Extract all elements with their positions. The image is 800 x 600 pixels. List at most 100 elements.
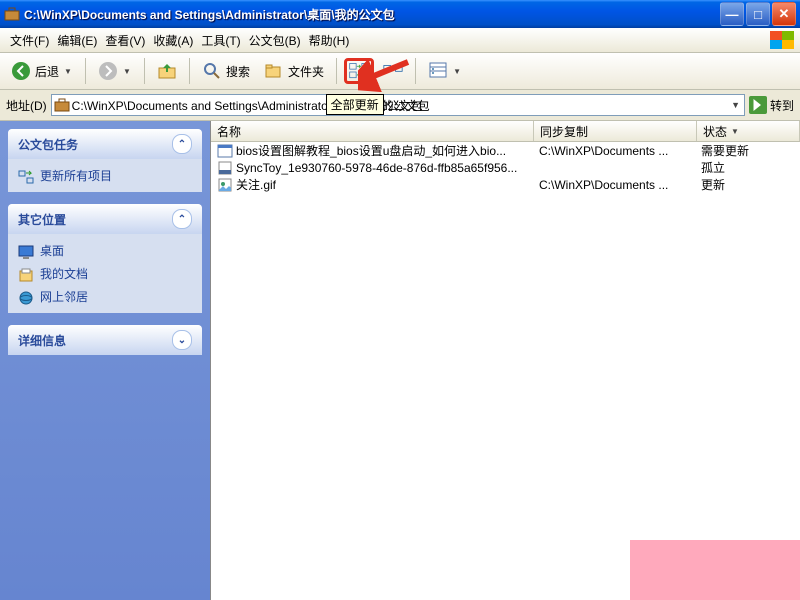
go-arrow-icon [749,96,767,114]
gif-file-icon [217,178,233,192]
my-documents-link[interactable]: 我的文档 [18,265,192,282]
menu-view[interactable]: 查看(V) [101,29,149,52]
menu-help[interactable]: 帮助(H) [305,29,354,52]
network-icon [18,290,34,304]
dropdown-icon: ▼ [452,66,462,76]
update-all-items-link[interactable]: 更新所有项目 [18,167,192,184]
file-row[interactable]: SyncToy_1e930760-5978-46de-876d-ffb85a65… [211,159,800,176]
menu-edit[interactable]: 编辑(E) [53,29,101,52]
up-button[interactable] [152,58,182,84]
details-panel: 详细信息 ⌄ [8,325,202,355]
menu-favorites[interactable]: 收藏(A) [149,29,197,52]
menu-briefcase[interactable]: 公文包(B) [245,29,305,52]
panel-title: 详细信息 [18,332,66,349]
search-icon [202,61,222,81]
dropdown-icon: ▼ [63,66,73,76]
menu-tools[interactable]: 工具(T) [197,29,244,52]
file-sync: C:\WinXP\Documents ... [533,144,695,158]
go-button[interactable]: 转到 [749,96,794,114]
address-overflow-text: 的公文包 [382,97,430,114]
html-file-icon [217,144,233,158]
file-list-area: 名称 同步复制 状态 bios设置图解教程_bios设置u盘启动_如何进入bio… [210,121,800,600]
address-bar: 地址(D) C:\WinXP\Documents and Settings\Ad… [0,90,800,121]
desktop-link[interactable]: 桌面 [18,242,192,259]
forward-button[interactable]: ▼ [93,58,137,84]
sync-one-icon [383,61,403,81]
column-name[interactable]: 名称 [211,121,534,141]
content-area: 公文包任务 ⌃ 更新所有项目 其它位置 ⌃ [0,121,800,600]
views-icon [428,61,448,81]
collapse-icon[interactable]: ⌃ [172,209,192,229]
menubar: 文件(F) 编辑(E) 查看(V) 收藏(A) 工具(T) 公文包(B) 帮助(… [0,28,800,53]
address-label: 地址(D) [6,97,47,114]
file-list[interactable]: bios设置图解教程_bios设置u盘启动_如何进入bio... C:\WinX… [211,142,800,600]
forward-arrow-icon [98,61,118,81]
windows-flag-icon [770,31,794,49]
update-selection-button[interactable] [378,58,408,84]
file-name: bios设置图解教程_bios设置u盘启动_如何进入bio... [236,142,506,159]
watermark [630,540,800,600]
titlebar[interactable]: C:\WinXP\Documents and Settings\Administ… [0,0,800,28]
file-name: SyncToy_1e930760-5978-46de-876d-ffb85a65… [236,161,517,175]
window-buttons: — □ ✕ [720,2,796,26]
separator [85,58,86,84]
address-input[interactable]: C:\WinXP\Documents and Settings\Administ… [51,94,745,116]
back-label: 后退 [35,63,59,80]
separator [336,58,337,84]
search-button[interactable]: 搜索 [197,58,255,84]
briefcase-icon [4,6,20,22]
column-headers: 名称 同步复制 状态 [211,121,800,142]
sidebar: 公文包任务 ⌃ 更新所有项目 其它位置 ⌃ [0,121,210,600]
window-title: C:\WinXP\Documents and Settings\Administ… [24,6,720,23]
dat-file-icon [217,161,233,175]
column-sync[interactable]: 同步复制 [534,121,697,141]
panel-title: 公文包任务 [18,136,78,153]
collapse-icon[interactable]: ⌃ [172,134,192,154]
briefcase-icon [54,97,70,113]
separator [144,58,145,84]
sync-all-icon [349,61,369,81]
file-sync: C:\WinXP\Documents ... [533,178,695,192]
network-places-link[interactable]: 网上邻居 [18,288,192,305]
update-all-tooltip: 全部更新 [326,94,384,115]
file-status: 需要更新 [695,142,797,159]
separator [415,58,416,84]
desktop-icon [18,244,34,258]
panel-header[interactable]: 详细信息 ⌄ [8,325,202,355]
go-label: 转到 [770,97,794,114]
file-row[interactable]: 关注.gif C:\WinXP\Documents ... 更新 [211,176,800,193]
folders-button[interactable]: 文件夹 [259,58,329,84]
dropdown-icon[interactable]: ▼ [729,100,742,110]
other-places-panel: 其它位置 ⌃ 桌面 我的文档 网上邻居 [8,204,202,313]
explorer-window: C:\WinXP\Documents and Settings\Administ… [0,0,800,600]
back-button[interactable]: 后退 ▼ [6,58,78,84]
minimize-button[interactable]: — [720,2,744,26]
file-status: 更新 [695,176,797,193]
link-label: 网上邻居 [40,288,88,305]
expand-icon[interactable]: ⌄ [172,330,192,350]
views-button[interactable]: ▼ [423,58,467,84]
back-arrow-icon [11,61,31,81]
folder-up-icon [157,61,177,81]
separator [189,58,190,84]
panel-header[interactable]: 公文包任务 ⌃ [8,129,202,159]
panel-title: 其它位置 [18,211,66,228]
maximize-button[interactable]: □ [746,2,770,26]
column-status[interactable]: 状态 [697,121,800,141]
file-row[interactable]: bios设置图解教程_bios设置u盘启动_如何进入bio... C:\WinX… [211,142,800,159]
file-status: 孤立 [695,159,797,176]
toolbar: 后退 ▼ ▼ 搜索 文件夹 ▼ [0,53,800,90]
folders-label: 文件夹 [288,63,324,80]
link-label: 更新所有项目 [40,167,112,184]
mydocs-icon [18,267,34,281]
update-all-button[interactable] [344,58,374,84]
panel-header[interactable]: 其它位置 ⌃ [8,204,202,234]
link-label: 我的文档 [40,265,88,282]
close-button[interactable]: ✕ [772,2,796,26]
menu-file[interactable]: 文件(F) [6,29,53,52]
link-label: 桌面 [40,242,64,259]
dropdown-icon: ▼ [122,66,132,76]
briefcase-tasks-panel: 公文包任务 ⌃ 更新所有项目 [8,129,202,192]
search-label: 搜索 [226,63,250,80]
folders-icon [264,61,284,81]
